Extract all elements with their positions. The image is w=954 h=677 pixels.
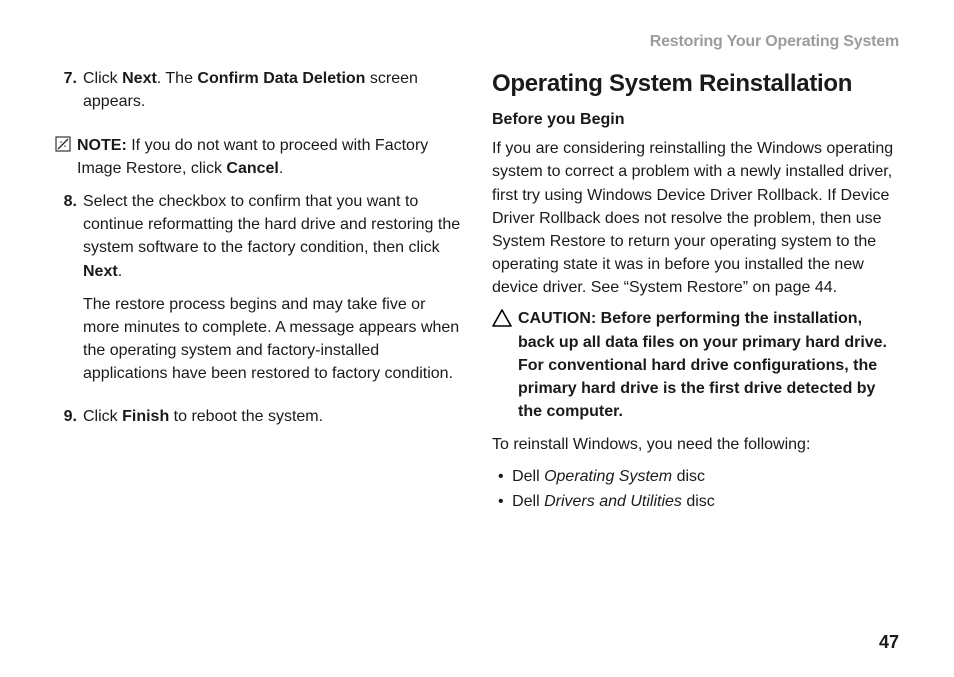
text: . [279,160,283,177]
paragraph: If you are considering reinstalling the … [492,137,899,299]
step-9: 9. Click Finish to reboot the system. [55,405,462,438]
note-icon [55,134,77,180]
two-column-body: 7. Click Next. The Confirm Data Deletion… [55,67,899,515]
step-8: 8. Select the checkbox to confirm that y… [55,190,462,396]
text: Click [83,70,122,87]
requirements-list: Dell Operating System disc Dell Drivers … [492,465,899,513]
text: Click [83,408,122,425]
page-number: 47 [879,629,899,655]
paragraph: The restore process begins and may take … [83,293,462,386]
text: Select the checkbox to confirm that you … [83,193,460,256]
note-body: NOTE: If you do not want to proceed with… [77,134,462,180]
italic-text: Drivers and Utilities [544,493,682,510]
step-body: Click Finish to reboot the system. [83,405,462,438]
bold-text: Next [122,70,157,87]
caution-text: CAUTION: Before performing the installat… [518,307,899,423]
step-7: 7. Click Next. The Confirm Data Deletion… [55,67,462,123]
step-number: 9. [55,405,77,438]
text: Dell [512,493,544,510]
list-item: Dell Operating System disc [510,465,899,488]
bold-text: Confirm Data Deletion [197,70,365,87]
bold-text: Next [83,263,118,280]
section-heading: Operating System Reinstallation [492,67,899,102]
step-number: 8. [55,190,77,396]
caution-block: CAUTION: Before performing the installat… [492,307,899,423]
step-body: Click Next. The Confirm Data Deletion sc… [83,67,462,123]
section-subheading: Before you Begin [492,108,899,131]
right-column: Operating System Reinstallation Before y… [492,67,899,515]
text: . [118,263,122,280]
left-column: 7. Click Next. The Confirm Data Deletion… [55,67,462,515]
text: to reboot the system. [169,408,323,425]
text: Dell [512,468,544,485]
step-body: Select the checkbox to confirm that you … [83,190,462,396]
italic-text: Operating System [544,468,672,485]
list-item: Dell Drivers and Utilities disc [510,490,899,513]
note-label: NOTE: [77,137,127,154]
note-block: NOTE: If you do not want to proceed with… [55,134,462,180]
caution-icon [492,307,518,423]
running-header: Restoring Your Operating System [55,30,899,53]
text: disc [672,468,705,485]
manual-page: Restoring Your Operating System 7. Click… [0,0,954,677]
text: . The [157,70,198,87]
text: disc [682,493,715,510]
bold-text: Cancel [226,160,278,177]
step-number: 7. [55,67,77,123]
paragraph: To reinstall Windows, you need the follo… [492,433,899,456]
bold-text: Finish [122,408,169,425]
